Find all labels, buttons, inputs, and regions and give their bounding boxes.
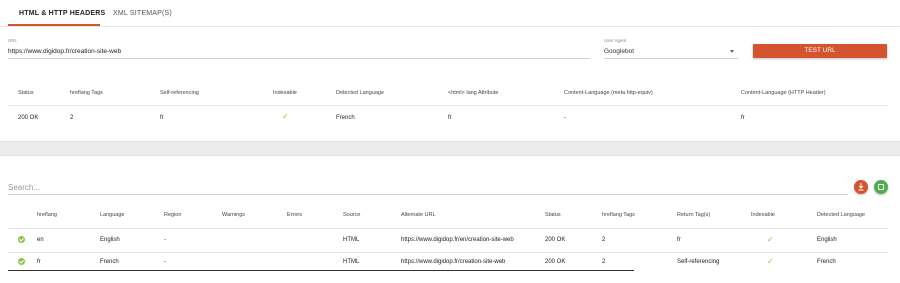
summary-header-content-language-meta: Content-Language (meta http-equiv) — [564, 90, 653, 96]
test-url-button[interactable]: TEST URL — [753, 44, 887, 58]
cell-detected-language: English — [817, 237, 837, 243]
user-agent-value: Googlebot — [604, 48, 634, 55]
dropdown-arrow-icon — [730, 50, 734, 53]
cell-alternate-url[interactable]: https://www.digidop.fr/en/creation-site-… — [401, 237, 514, 243]
download-icon — [858, 183, 864, 191]
section-divider-band — [0, 141, 900, 156]
checkmark-icon: ✓ — [282, 112, 289, 121]
check-circle-icon — [18, 258, 25, 265]
cell-region: - — [164, 237, 166, 243]
summary-content-language-http: fr — [741, 115, 745, 121]
url-input[interactable] — [8, 44, 590, 59]
url-label: URL — [8, 38, 18, 43]
cell-return-tags: Self-referencing — [677, 259, 720, 265]
col-header-source[interactable]: Source — [343, 212, 360, 218]
cell-language: French — [100, 259, 119, 265]
cell-hreflang: en — [37, 237, 44, 243]
divider — [8, 252, 888, 253]
col-header-return-tags[interactable]: Return Tag(s) — [677, 212, 710, 218]
download-button[interactable] — [854, 180, 868, 194]
export-excel-button[interactable] — [874, 180, 888, 194]
col-header-language[interactable]: Language — [100, 212, 124, 218]
horizontal-scrollbar[interactable] — [8, 270, 634, 271]
col-header-region[interactable]: Region — [164, 212, 181, 218]
cell-source: HTML — [343, 259, 360, 265]
search-input[interactable] — [8, 181, 848, 195]
summary-status: 200 OK — [18, 115, 39, 121]
summary-header-status: Status — [18, 90, 34, 96]
cell-hreflang: fr — [37, 259, 41, 265]
tab-bar: HTML & HTTP HEADERS XML SITEMAP(S) — [0, 0, 900, 27]
divider — [8, 105, 888, 106]
cell-hreflang-tags: 2 — [602, 237, 606, 243]
summary-self-referencing: fr — [160, 115, 164, 121]
col-header-detected-language[interactable]: Detected Language — [817, 212, 865, 218]
tab-html-http-headers[interactable]: HTML & HTTP HEADERS — [19, 10, 105, 17]
summary-header-indexable: Indexable — [273, 90, 297, 96]
checkmark-icon: ✓ — [767, 235, 774, 244]
cell-alternate-url[interactable]: https://www.digidop.fr/creation-site-web — [401, 259, 505, 265]
cell-region: - — [164, 259, 166, 265]
checkmark-icon: ✓ — [767, 257, 774, 266]
tab-xml-sitemaps[interactable]: XML SITEMAP(S) — [113, 10, 172, 17]
summary-header-detected-language: Detected Language — [336, 90, 385, 96]
cell-status: 200 OK — [545, 259, 566, 265]
cell-source: HTML — [343, 237, 360, 243]
cell-detected-language: French — [817, 259, 836, 265]
cell-status: 200 OK — [545, 237, 566, 243]
summary-hreflang-tags: 2 — [70, 115, 74, 121]
user-agent-label: User Agent — [604, 38, 627, 43]
summary-html-lang: fr — [448, 115, 452, 121]
col-header-errors[interactable]: Errors — [287, 212, 302, 218]
user-agent-select[interactable]: Googlebot — [604, 44, 738, 59]
divider — [8, 228, 888, 229]
excel-icon — [878, 184, 884, 190]
col-header-indexable[interactable]: Indexable — [751, 212, 775, 218]
summary-detected-language: French — [336, 115, 355, 121]
col-header-warnings[interactable]: Warnings — [222, 212, 245, 218]
check-circle-icon — [18, 236, 25, 243]
summary-header-html-lang: <html> lang Attribute — [448, 90, 499, 96]
summary-header-hreflang-tags: hreflang Tags — [70, 90, 103, 96]
active-tab-indicator — [8, 24, 100, 26]
col-header-hreflang-tags[interactable]: hreflang Tags — [602, 212, 635, 218]
cell-return-tags: fr — [677, 237, 681, 243]
col-header-hreflang[interactable]: hreflang — [37, 212, 57, 218]
cell-language: English — [100, 237, 120, 243]
col-header-status[interactable]: Status — [545, 212, 561, 218]
summary-header-self-referencing: Self-referencing — [160, 90, 199, 96]
summary-content-language-meta: - — [564, 115, 566, 121]
summary-header-content-language-http: Content-Language (HTTP Header) — [741, 90, 826, 96]
cell-hreflang-tags: 2 — [602, 259, 606, 265]
col-header-alternate-url[interactable]: Alternate URL — [401, 212, 436, 218]
